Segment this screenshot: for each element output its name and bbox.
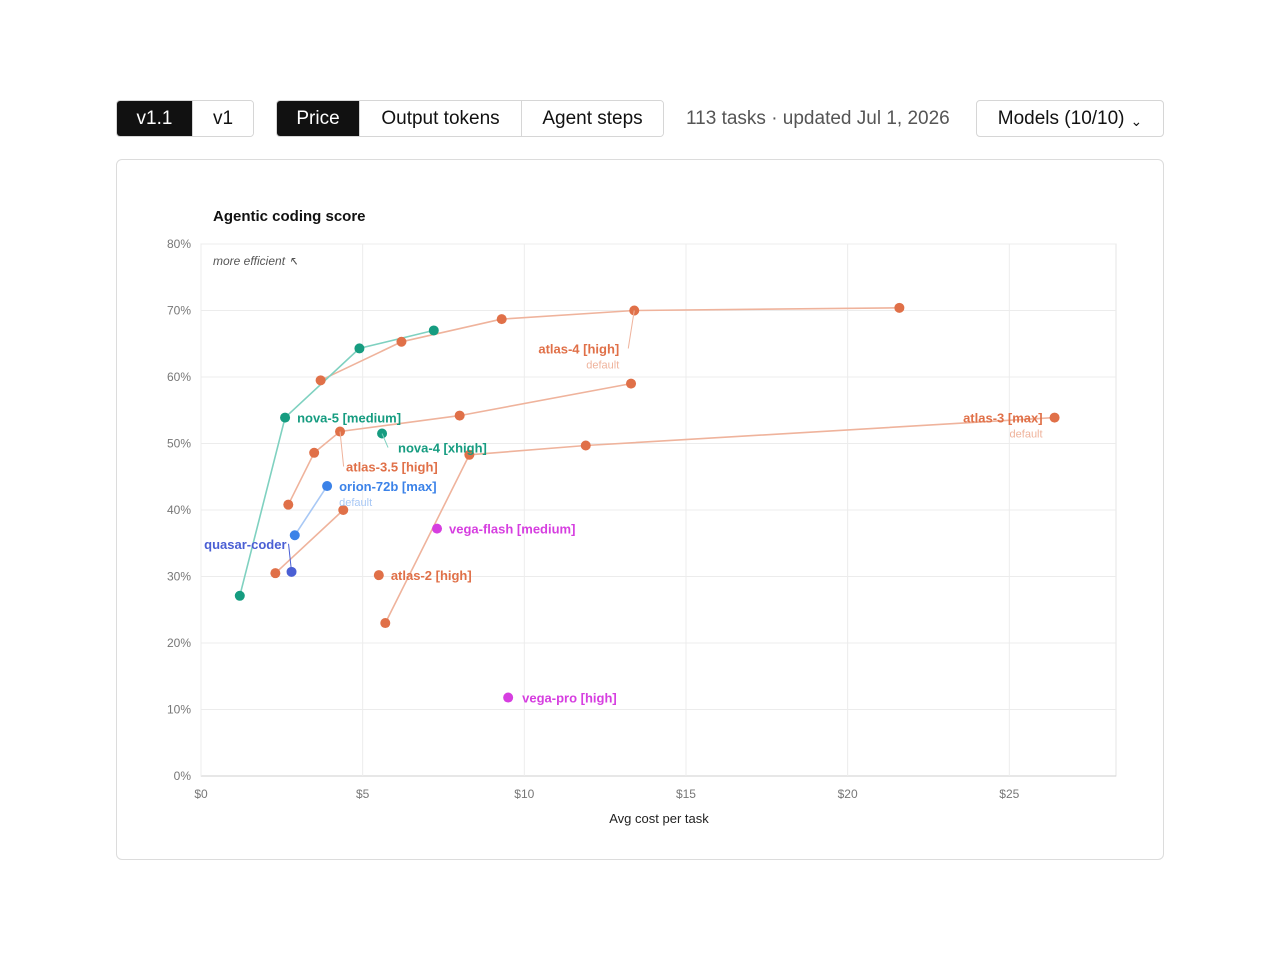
series-label: orion-72b [max] [339, 479, 437, 494]
toolbar: v1.1 v1 Price Output tokens Agent steps … [116, 100, 1164, 137]
metric-option-price[interactable]: Price [277, 101, 360, 136]
data-point[interactable] [373, 570, 384, 581]
x-tick-label: $5 [356, 787, 370, 801]
data-point[interactable] [380, 618, 391, 629]
x-tick-label: $0 [194, 787, 208, 801]
y-tick-label: 0% [174, 769, 192, 783]
series-labels: atlas-4 [high] default atlas-3 [max] defaul… [204, 310, 1043, 706]
data-point[interactable] [309, 447, 320, 458]
version-option-v1[interactable]: v1 [193, 101, 253, 136]
data-point[interactable] [894, 302, 905, 313]
data-point[interactable] [1049, 412, 1060, 423]
series-label: atlas-3 [max] [963, 411, 1042, 426]
grid [200, 243, 1117, 777]
y-tick-label: 50% [167, 437, 191, 451]
metric-toggle: Price Output tokens Agent steps [276, 100, 664, 137]
data-point[interactable] [432, 523, 443, 534]
series-label: atlas-4 [high] [538, 342, 619, 357]
series-label: vega-flash [medium] [449, 522, 575, 537]
y-tick-label: 10% [167, 703, 191, 717]
series-label: atlas-3.5 [high] [346, 460, 438, 475]
y-tick-label: 70% [167, 304, 191, 318]
label-leader [339, 431, 345, 467]
y-tick-label: 20% [167, 636, 191, 650]
series-label: vega-pro [high] [522, 691, 617, 706]
scatter-chart: Agentic coding score 0% 10% 20% 30% 40% 50% 60… [167, 208, 1117, 826]
data-point[interactable] [322, 481, 333, 492]
data-point[interactable] [580, 440, 591, 451]
data-point[interactable] [396, 336, 407, 347]
x-tick-label: $10 [514, 787, 534, 801]
series-label: atlas-2 [high] [391, 568, 472, 583]
chevron-down-icon: ⌄ [1130, 113, 1143, 129]
status-text: 113 tasks · updated Jul 1, 2026 [686, 107, 950, 129]
y-tick-label: 80% [167, 237, 191, 251]
x-tick-label: $15 [676, 787, 696, 801]
data-point[interactable] [283, 499, 294, 510]
data-point[interactable] [234, 590, 245, 601]
data-point[interactable] [280, 412, 291, 423]
version-option-v1-1[interactable]: v1.1 [117, 101, 193, 136]
data-point[interactable] [315, 375, 326, 386]
y-tick-label: 40% [167, 503, 191, 517]
models-button-label: Models (10/10) [997, 107, 1125, 129]
metric-option-output-tokens[interactable]: Output tokens [360, 101, 522, 136]
y-tick-label: 60% [167, 370, 191, 384]
series-sublabel: default [339, 497, 372, 509]
label-leader [627, 310, 635, 349]
models-filter-button[interactable]: Models (10/10) ⌄ [976, 100, 1164, 137]
x-axis-label: Avg cost per task [609, 811, 709, 826]
series-label: nova-4 [xhigh] [398, 441, 487, 456]
data-point[interactable] [289, 530, 300, 541]
version-toggle: v1.1 v1 [116, 100, 254, 137]
series-sublabel: default [586, 360, 619, 372]
y-tick-label: 30% [167, 570, 191, 584]
data-point[interactable] [496, 314, 507, 325]
data-point[interactable] [428, 325, 439, 336]
x-tick-label: $20 [838, 787, 858, 801]
data-point[interactable] [454, 410, 465, 421]
data-point[interactable] [626, 378, 637, 389]
data-point[interactable] [503, 692, 514, 703]
data-point[interactable] [354, 343, 365, 354]
series-line [294, 485, 328, 536]
data-point[interactable] [270, 568, 281, 579]
series-label: nova-5 [medium] [297, 411, 401, 426]
chart-card: Agentic coding score 0% 10% 20% 30% 40% 50% 60… [116, 159, 1164, 860]
metric-option-agent-steps[interactable]: Agent steps [522, 101, 663, 136]
x-tick-label: $25 [999, 787, 1019, 801]
axes: 0% 10% 20% 30% 40% 50% 60% 70% 80% $0 $5 $10 $15 $20 $… [167, 237, 1020, 801]
chart-title: Agentic coding score [213, 208, 366, 225]
series-label: quasar-coder [204, 537, 286, 552]
series-sublabel: default [1010, 429, 1043, 441]
efficiency-annotation: more efficient ↖ [213, 254, 298, 268]
